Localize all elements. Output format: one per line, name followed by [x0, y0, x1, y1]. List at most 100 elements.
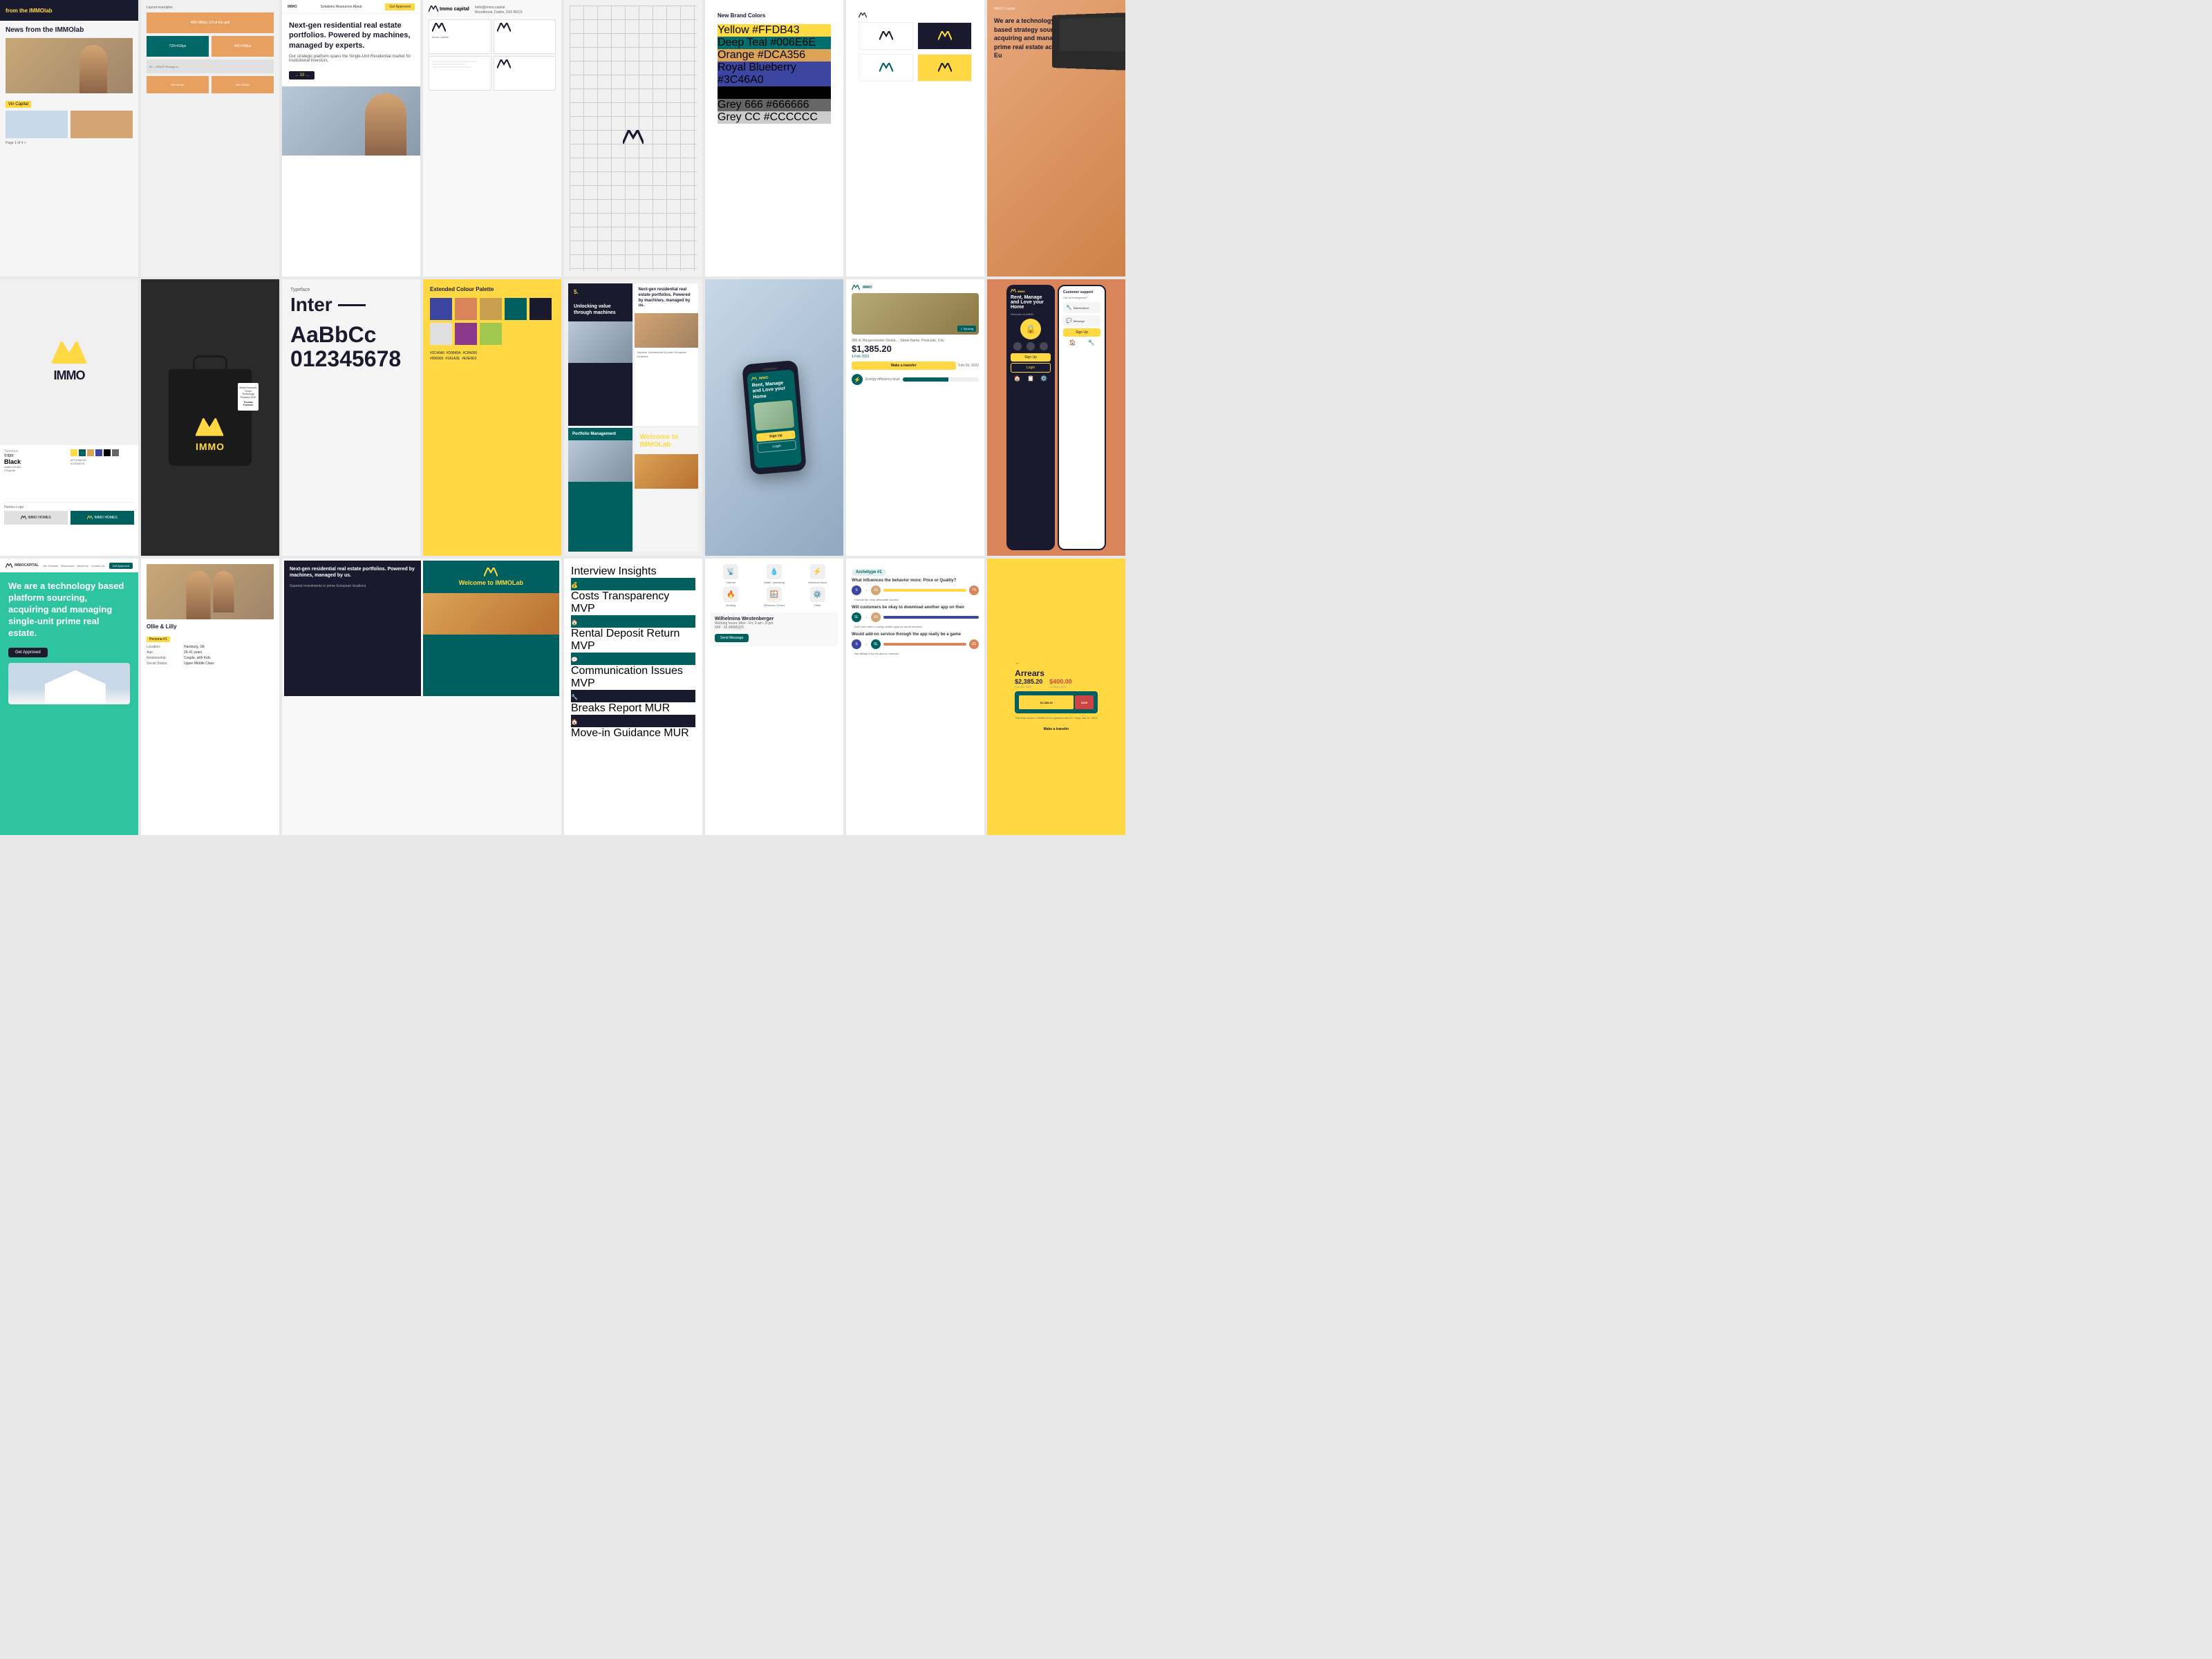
- doc-spread-2: Next-gen residential real estate portfol…: [635, 283, 699, 426]
- spread-img-2: [423, 593, 560, 635]
- color-row-greycc: Grey CC #CCCCCC: [718, 111, 831, 124]
- pm1-bottom-icons: 🏠 📋 ⚙️: [1011, 375, 1051, 382]
- nav-link-3[interactable]: About Us: [77, 564, 88, 568]
- ap-back-icon[interactable]: ←: [1015, 659, 1020, 666]
- pm1-logo-icon: [1011, 289, 1016, 293]
- pm1-brand: IMMO: [1018, 290, 1025, 293]
- ii-row-2: 🏠 Rental Deposit Return MVP: [571, 615, 695, 653]
- ii-icon-5: 🏠: [571, 715, 695, 727]
- persona-val-rel: Couple, with Kids: [184, 656, 211, 660]
- phone-logo-text: IMMO: [759, 376, 769, 381]
- app-ui-cell: IMMO Rent, Manage and Love your Home Wel…: [987, 279, 1125, 556]
- pm2-option-2[interactable]: 💬 Message: [1063, 315, 1100, 326]
- pm2-option-2-label: 💬 Message: [1066, 318, 1098, 324]
- doc-immo-capital-label: Immo Capital: [432, 35, 488, 39]
- white-spec-cell: [846, 0, 984, 276]
- immo-website-cell: IMMOCAPITAL Our Solution Resources About…: [0, 559, 138, 835]
- homes-logo-1-icon: [21, 516, 26, 520]
- site-logo-text: IMMOCAPITAL: [15, 563, 39, 568]
- icon-other: ⚙️ Other: [797, 587, 838, 607]
- doc-contact-info: hello@immo.capital Woodbrook, Dublin, D0…: [475, 6, 523, 15]
- ii-badge-4: MUR: [645, 702, 670, 714]
- site-cta-btn[interactable]: Get Approved: [109, 563, 133, 569]
- tote-logo-icon: [196, 418, 223, 438]
- font-name-small: Inter: [4, 453, 68, 458]
- ext-swatch-orange2: [455, 298, 477, 320]
- arch-line-2: [883, 616, 979, 619]
- tote-handle: [193, 355, 227, 376]
- phone-login-btn[interactable]: Login: [757, 440, 796, 453]
- persona-name: Ollie & Lilly: [147, 624, 274, 630]
- persona-cell: Ollie & Lilly Persona #1 Location: Hambu…: [141, 559, 279, 835]
- arch-avatar-s: S: [852, 585, 861, 595]
- brand-colors-title: New Brand Colors: [718, 12, 831, 19]
- ii-icon-2: 🏠: [571, 615, 695, 628]
- color-hex-yellow: #FFDB43: [752, 24, 799, 36]
- persona-label-location: Location:: [147, 645, 181, 649]
- phone-mockup-2: Customer support Got an emergency? 🔧 Mai…: [1058, 285, 1106, 550]
- ap-amount-1: $2,385.20 due Jun 2021: [1015, 678, 1042, 688]
- persona-row-3: Relationship: Couple, with Kids: [147, 656, 274, 660]
- arch-answer-2: Don't see value in using mobile apps for…: [854, 625, 979, 628]
- brand-black-text: Black: [4, 458, 68, 465]
- pm1-signup-btn[interactable]: Sign Up: [1011, 353, 1051, 362]
- badge-event: World Economic Forum Technology Pioneers…: [239, 386, 257, 399]
- blog-title: News from the IMMOlab: [6, 26, 133, 34]
- pm2-option-1[interactable]: 🔧 Maintenance: [1063, 302, 1100, 313]
- hero-nav: IMMO Solutions Resources About Get Appro…: [282, 0, 420, 14]
- new-brand-colors-cell: New Brand Colors Yellow #FFDB43 Deep Tea…: [705, 0, 843, 276]
- site-logo-icon: [6, 563, 12, 568]
- pm2-signup-btn[interactable]: Sign Up: [1063, 328, 1100, 337]
- ap-transfer-btn[interactable]: Make a transfer: [1015, 724, 1098, 734]
- color-row-yellow: Yellow #FFDB43: [718, 24, 831, 37]
- pm1-login-btn[interactable]: Login: [1011, 363, 1051, 373]
- typeface-chars: AaBbCc012345678: [290, 323, 412, 371]
- branding-docs-cell: 5. Unlocking value through machines Next…: [564, 279, 702, 556]
- contact-btn[interactable]: Send Message: [715, 634, 749, 642]
- rental-app-cell: IMMO ✓ Syncing 300-A, Bürgermeister-Stei…: [846, 279, 984, 556]
- arch-avatar-tb: TB: [969, 585, 979, 595]
- document-spec-cell: Immo capital hello@immo.capital Woodbroo…: [423, 0, 561, 276]
- color-row-grey666: Grey 666 #666666: [718, 99, 831, 111]
- typeface-label: Typeface: [290, 288, 412, 292]
- icon-internet: 📡 Internet: [711, 564, 751, 584]
- color-row-blue: Royal Blueberry #3C46A0: [718, 62, 831, 86]
- nav-link-4[interactable]: Contact Us: [91, 564, 105, 568]
- internet-label: Internet: [727, 581, 736, 584]
- rental-logo-text: IMMO: [863, 285, 872, 290]
- homes-logo-1-text: IMMO HOMES: [28, 516, 50, 520]
- doc-spread-2-title: Next-gen residential real estate portfol…: [635, 283, 699, 313]
- brand-typeface-info: Typeface Inter Black AaBbCcDdEeFfGgHhIi: [4, 449, 68, 499]
- nav-link-2[interactable]: Resources: [61, 564, 74, 568]
- ii-badge-2: MVP: [571, 640, 595, 652]
- persona-person-2: [214, 571, 234, 612]
- archetype-q3: Would add-on service through the app rea…: [852, 632, 979, 637]
- arch-arrow-2: →: [864, 615, 868, 619]
- homes-logo-2-text: IMMO HOMES: [94, 516, 117, 520]
- extended-palette-title: Extended Colour Palette: [430, 286, 554, 292]
- nav-link-1[interactable]: Our Solution: [43, 564, 58, 568]
- spread-brand-text: Welcome to IMMOLab: [423, 579, 560, 586]
- blog-nav[interactable]: Page 1 of 4 >: [6, 141, 133, 145]
- energy-label: Energy efficiency level: [865, 377, 900, 382]
- doc-content-lines: [432, 61, 488, 68]
- arch-avatar-jg: JG: [871, 585, 881, 595]
- rental-transfer-btn[interactable]: Make a transfer: [852, 362, 956, 370]
- house-container: [8, 663, 130, 704]
- chip-yellow: [71, 449, 77, 456]
- tech-nav: IMMO Capital: [994, 7, 1118, 11]
- icon-water: 💧 Water / plumbing: [754, 564, 795, 584]
- brand-bottom: Typeface Inter Black AaBbCcDdEeFfGgHhIi …: [0, 445, 138, 556]
- white-spec-content: [852, 6, 979, 88]
- archetype-cell: Archetype #1 What influences the behavio…: [846, 559, 984, 835]
- grid-block-full: 400×300px 1/3 of the grid: [147, 12, 274, 33]
- color-hex-black: #000000: [748, 86, 791, 98]
- hero-btn[interactable]: → 33 ...: [289, 71, 315, 79]
- hero-cta[interactable]: Get Approved: [385, 3, 415, 10]
- ii-icon-4: 🔧: [571, 690, 695, 702]
- electrical-label: Electrical issue: [808, 581, 827, 584]
- site-hero-btn[interactable]: Get Approved: [8, 648, 48, 657]
- persona-row-4: Social Status: Upper Middle Class: [147, 662, 274, 666]
- rental-actions: Make a transfer Feb 26, 2022: [852, 362, 979, 370]
- phone-mockup-1: IMMO Rent, Manage and Love your Home Wel…: [1006, 285, 1055, 550]
